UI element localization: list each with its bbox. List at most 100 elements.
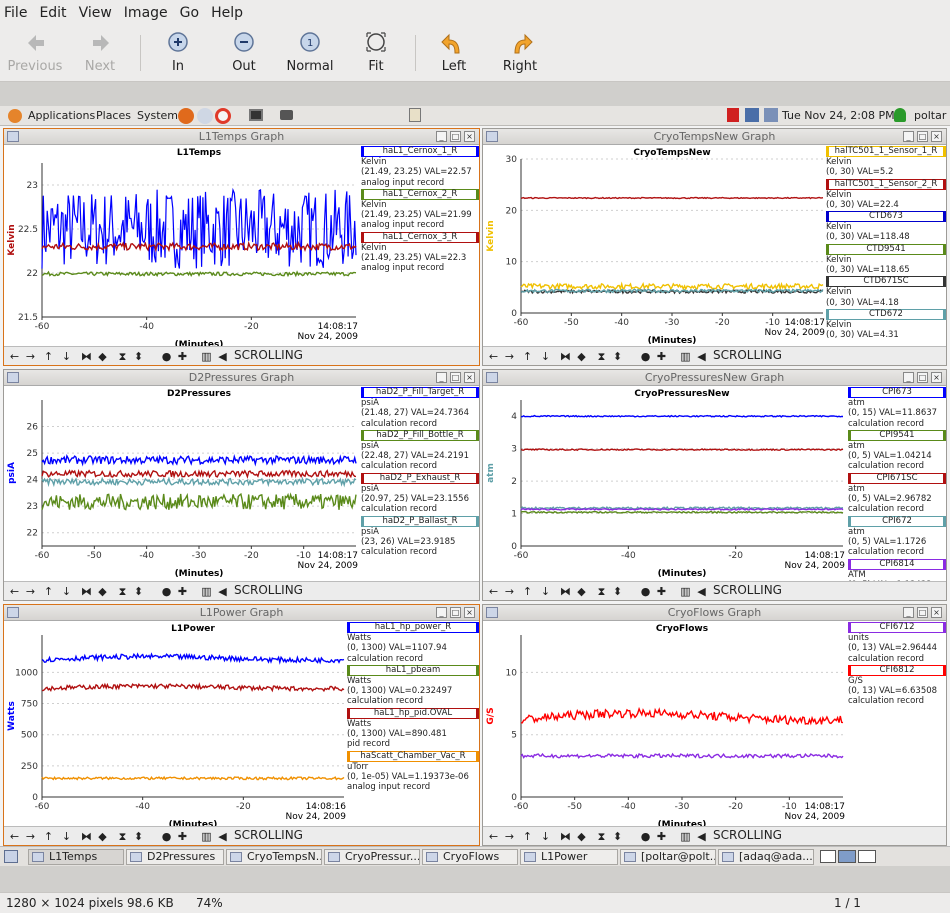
config-icon[interactable]: ▥ (200, 830, 213, 843)
terminal-icon[interactable] (249, 109, 263, 121)
firefox-icon[interactable] (178, 108, 194, 124)
legend-series-name[interactable]: CPI9541 (848, 429, 946, 441)
pause-icon[interactable]: ◀ (695, 350, 708, 363)
window-titlebar[interactable]: CryoTempsNew Graph _ □ × (483, 129, 946, 145)
forward-arrow-icon[interactable]: → (24, 830, 37, 843)
config-icon[interactable]: ▥ (679, 585, 692, 598)
close-button[interactable]: × (464, 372, 475, 383)
mail-icon[interactable] (197, 108, 213, 124)
legend-series-name[interactable]: CFI6812 (848, 664, 946, 676)
plot-area[interactable]: L1Temps Kelvin 23 22.5 22 21.5 -60 -40 -20 14:08:… (4, 145, 361, 346)
add-icon[interactable]: ✚ (655, 350, 668, 363)
menu-image[interactable]: Image (124, 5, 168, 21)
zoom-both-icon[interactable]: ◆ (96, 350, 109, 363)
window-titlebar[interactable]: L1Temps Graph _ □ × (4, 129, 479, 145)
minimize-button[interactable]: _ (903, 607, 914, 618)
zoom-normal-button[interactable]: 1 Normal (277, 31, 343, 74)
back-arrow-icon[interactable]: ← (487, 585, 500, 598)
taskbar-item[interactable]: CryoPressur... (324, 849, 420, 865)
show-desktop-icon[interactable] (4, 850, 18, 863)
menu-go[interactable]: Go (180, 5, 199, 21)
zoom-out-button[interactable]: Out (211, 31, 277, 74)
record-icon[interactable]: ● (160, 830, 173, 843)
workspace-1[interactable] (820, 850, 836, 863)
legend-series-name[interactable]: CTD9541 (826, 243, 946, 255)
zoom-fit-button[interactable]: Fit (343, 31, 409, 74)
zoom-x-icon[interactable]: ⧓ (80, 350, 93, 363)
add-icon[interactable]: ✚ (655, 830, 668, 843)
legend-series-name[interactable]: haL1_hp_pid.OVAL (347, 707, 479, 719)
legend-series-name[interactable]: halTC501_1_Sensor_1_R (826, 146, 946, 157)
config-icon[interactable]: ▥ (679, 350, 692, 363)
zoom-x-icon[interactable]: ⧓ (559, 350, 572, 363)
menu-file[interactable]: File (4, 5, 27, 21)
scroll-mode-label[interactable]: SCROLLING (234, 348, 303, 362)
up-arrow-icon[interactable]: ↑ (521, 830, 534, 843)
zoom-x-icon[interactable]: ⧓ (559, 585, 572, 598)
pause-icon[interactable]: ◀ (216, 830, 229, 843)
window-titlebar[interactable]: CryoFlows Graph _ □ × (483, 605, 946, 621)
scroll-mode-label[interactable]: SCROLLING (713, 348, 782, 362)
next-button[interactable]: Next (67, 31, 133, 74)
zoom-x-icon[interactable]: ⧓ (559, 830, 572, 843)
legend-series-name[interactable]: haD2_P_Exhaust_R (361, 472, 479, 484)
pause-icon[interactable]: ◀ (216, 350, 229, 363)
zoom-y-icon[interactable]: ⧗ (595, 830, 608, 843)
taskbar-item[interactable]: L1Temps (28, 849, 124, 865)
scroll-mode-label[interactable]: SCROLLING (234, 828, 303, 842)
zoom-x-icon[interactable]: ⧓ (80, 585, 93, 598)
system-menu[interactable]: System (137, 109, 178, 122)
pause-icon[interactable]: ◀ (695, 585, 708, 598)
config-icon[interactable]: ▥ (200, 585, 213, 598)
forward-arrow-icon[interactable]: → (24, 350, 37, 363)
legend-series-name[interactable]: haL1_Cernox_1_R (361, 146, 479, 157)
up-arrow-icon[interactable]: ↑ (521, 350, 534, 363)
legend-series-name[interactable]: haD2_P_Fill_Target_R (361, 387, 479, 398)
plot-area[interactable]: CryoTempsNew Kelvin 30 20 10 0 -60 -50 -40 -30 -20… (483, 145, 826, 346)
taskbar-item[interactable]: CryoTempsN... (226, 849, 322, 865)
up-arrow-icon[interactable]: ↑ (42, 830, 55, 843)
maximize-button[interactable]: □ (450, 131, 461, 142)
zoom-y-icon[interactable]: ⧗ (595, 585, 608, 598)
legend-series-name[interactable]: CPI6814 (848, 558, 946, 570)
add-icon[interactable]: ✚ (176, 350, 189, 363)
zoom-both-icon[interactable]: ◆ (575, 585, 588, 598)
scroll-mode-label[interactable]: SCROLLING (713, 583, 782, 597)
workspace-3[interactable] (858, 850, 876, 863)
menu-help[interactable]: Help (211, 5, 243, 21)
legend-series-name[interactable]: CPI672 (848, 515, 946, 527)
pan-icon[interactable]: ⬍ (132, 585, 145, 598)
add-icon[interactable]: ✚ (655, 585, 668, 598)
zoom-y-icon[interactable]: ⧗ (116, 350, 129, 363)
legend-series-name[interactable]: haD2_P_Fill_Bottle_R (361, 429, 479, 441)
pan-icon[interactable]: ⬍ (132, 830, 145, 843)
plot-area[interactable]: D2Pressures psiA 26 25 24 23 22 -60 -50 -40 -30 -20… (4, 386, 361, 581)
taskbar-item[interactable]: [poltar@polt... (620, 849, 716, 865)
minimize-button[interactable]: _ (436, 372, 447, 383)
close-button[interactable]: × (464, 131, 475, 142)
volume-icon[interactable] (764, 108, 778, 122)
zoom-y-icon[interactable]: ⧗ (116, 585, 129, 598)
record-icon[interactable]: ● (639, 350, 652, 363)
taskbar-item[interactable]: [adaq@ada... (718, 849, 814, 865)
camera-icon[interactable] (280, 110, 293, 120)
scroll-mode-label[interactable]: SCROLLING (234, 583, 303, 597)
minimize-button[interactable]: _ (436, 607, 447, 618)
forward-arrow-icon[interactable]: → (24, 585, 37, 598)
update-notifier-icon[interactable] (727, 108, 739, 122)
up-arrow-icon[interactable]: ↑ (42, 350, 55, 363)
minimize-button[interactable]: _ (436, 131, 447, 142)
down-arrow-icon[interactable]: ↓ (539, 350, 552, 363)
add-icon[interactable]: ✚ (176, 585, 189, 598)
legend-series-name[interactable]: haL1_hp_power_R (347, 622, 479, 633)
forward-arrow-icon[interactable]: → (503, 585, 516, 598)
legend-series-name[interactable]: CFI6712 (848, 622, 946, 633)
close-button[interactable]: × (464, 607, 475, 618)
applications-menu[interactable]: Applications (28, 109, 95, 122)
down-arrow-icon[interactable]: ↓ (60, 830, 73, 843)
rotate-right-button[interactable]: Right (487, 31, 553, 74)
pan-icon[interactable]: ⬍ (611, 585, 624, 598)
menu-edit[interactable]: Edit (39, 5, 66, 21)
legend-series-name[interactable]: haL1_pbeam (347, 664, 479, 676)
back-arrow-icon[interactable]: ← (487, 350, 500, 363)
